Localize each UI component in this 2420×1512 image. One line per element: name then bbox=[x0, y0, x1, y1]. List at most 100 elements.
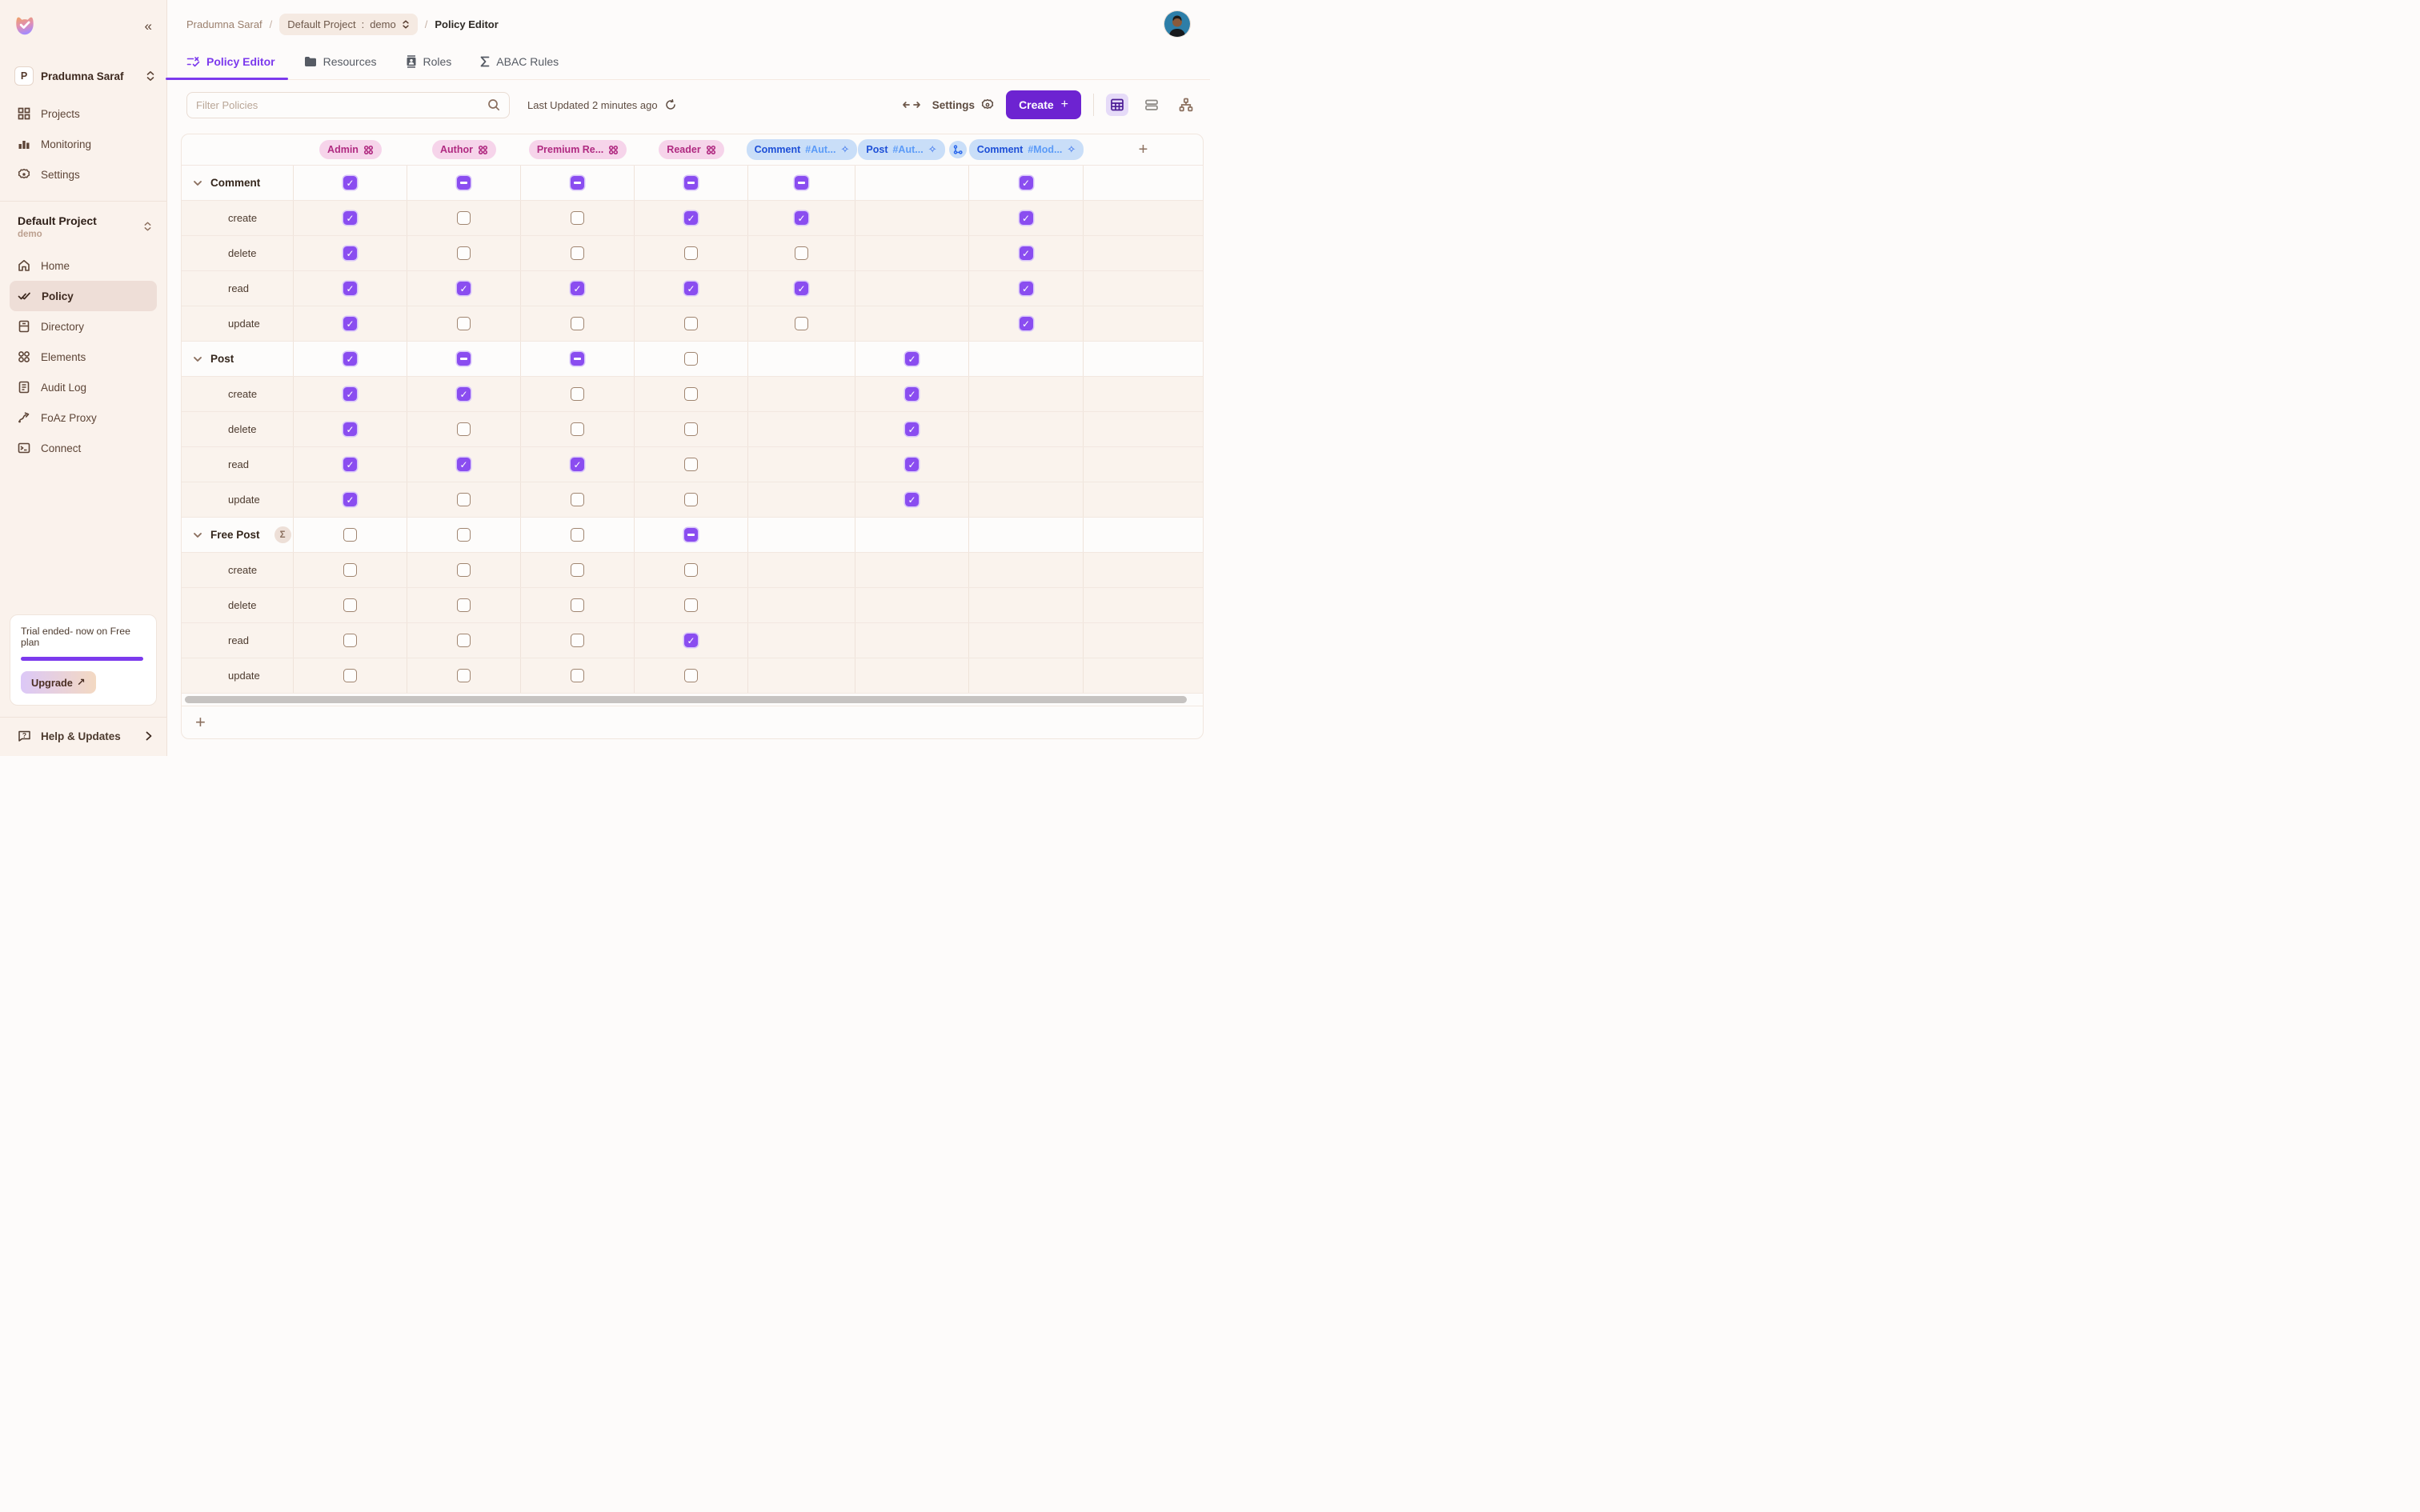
graph-view-toggle[interactable] bbox=[1175, 94, 1197, 116]
permission-checkbox-checked[interactable] bbox=[457, 458, 471, 471]
project-switcher[interactable]: Default Project demo bbox=[0, 213, 166, 242]
permission-checkbox-unchecked[interactable] bbox=[343, 563, 357, 577]
collapse-sidebar-icon[interactable]: « bbox=[145, 19, 152, 33]
permission-checkbox-indeterminate[interactable] bbox=[457, 352, 471, 366]
role-pill[interactable]: Reader bbox=[659, 140, 723, 159]
breadcrumb-org[interactable]: Pradumna Saraf bbox=[186, 18, 262, 30]
permission-checkbox-unchecked[interactable] bbox=[457, 211, 471, 225]
permission-checkbox-checked[interactable] bbox=[1020, 317, 1033, 330]
permission-checkbox-unchecked[interactable] bbox=[684, 352, 698, 366]
permission-checkbox-unchecked[interactable] bbox=[571, 211, 584, 225]
permission-checkbox-unchecked[interactable] bbox=[571, 387, 584, 401]
role-pill[interactable]: Author bbox=[432, 140, 496, 159]
permission-checkbox-unchecked[interactable] bbox=[457, 317, 471, 330]
list-view-toggle[interactable] bbox=[1140, 94, 1163, 116]
permission-checkbox-checked[interactable] bbox=[571, 458, 584, 471]
permission-checkbox-unchecked[interactable] bbox=[571, 669, 584, 682]
hierarchy-badge[interactable] bbox=[949, 141, 967, 158]
permission-checkbox-unchecked[interactable] bbox=[795, 246, 808, 260]
permission-checkbox-checked[interactable] bbox=[343, 493, 357, 506]
permission-checkbox-unchecked[interactable] bbox=[457, 563, 471, 577]
sidebar-item-monitoring[interactable]: Monitoring bbox=[0, 129, 166, 159]
permission-checkbox-indeterminate[interactable] bbox=[795, 176, 808, 190]
breadcrumb-project-switcher[interactable]: Default Project : demo bbox=[279, 14, 417, 35]
table-view-toggle[interactable] bbox=[1106, 94, 1128, 116]
permission-checkbox-unchecked[interactable] bbox=[684, 387, 698, 401]
sidebar-item-home[interactable]: Home bbox=[0, 250, 166, 281]
sidebar-item-connect[interactable]: Connect bbox=[0, 433, 166, 463]
permission-checkbox-checked[interactable] bbox=[684, 634, 698, 647]
permission-checkbox-unchecked[interactable] bbox=[457, 493, 471, 506]
help-updates-button[interactable]: ? Help & Updates bbox=[0, 718, 166, 756]
abac-sigma-badge[interactable]: Σ bbox=[274, 526, 291, 543]
permission-checkbox-checked[interactable] bbox=[343, 352, 357, 366]
chevron-down-icon[interactable] bbox=[193, 354, 202, 364]
permission-checkbox-checked[interactable] bbox=[1020, 282, 1033, 295]
create-button[interactable]: Create + bbox=[1006, 90, 1081, 119]
sidebar-item-directory[interactable]: Directory bbox=[0, 311, 166, 342]
permission-checkbox-unchecked[interactable] bbox=[571, 634, 584, 647]
permission-checkbox-checked[interactable] bbox=[343, 458, 357, 471]
permission-checkbox-checked[interactable] bbox=[1020, 211, 1033, 225]
sidebar-item-settings[interactable]: Settings bbox=[0, 159, 166, 190]
permission-checkbox-unchecked[interactable] bbox=[571, 422, 584, 436]
upgrade-button[interactable]: Upgrade ↗ bbox=[21, 671, 96, 694]
derived-role-pill[interactable]: Comment#Aut... ✧ bbox=[747, 139, 858, 160]
add-resource-button[interactable]: + bbox=[195, 714, 206, 731]
sidebar-item-foaz-proxy[interactable]: FoAz Proxy bbox=[0, 402, 166, 433]
permission-checkbox-checked[interactable] bbox=[343, 282, 357, 295]
chevron-down-icon[interactable] bbox=[193, 178, 202, 188]
permission-checkbox-checked[interactable] bbox=[795, 211, 808, 225]
permission-checkbox-checked[interactable] bbox=[571, 282, 584, 295]
permission-checkbox-checked[interactable] bbox=[905, 458, 919, 471]
sidebar-item-policy[interactable]: Policy bbox=[10, 281, 157, 311]
permission-checkbox-checked[interactable] bbox=[343, 317, 357, 330]
permission-checkbox-checked[interactable] bbox=[343, 246, 357, 260]
permission-checkbox-unchecked[interactable] bbox=[571, 317, 584, 330]
permission-checkbox-indeterminate[interactable] bbox=[457, 176, 471, 190]
permission-checkbox-checked[interactable] bbox=[457, 282, 471, 295]
search-icon[interactable] bbox=[487, 98, 500, 111]
chevron-down-icon[interactable] bbox=[193, 530, 202, 540]
tab-roles[interactable]: Roles bbox=[406, 43, 452, 79]
permission-checkbox-checked[interactable] bbox=[343, 211, 357, 225]
org-switcher[interactable]: P Pradumna Saraf bbox=[14, 66, 155, 86]
permission-checkbox-unchecked[interactable] bbox=[571, 528, 584, 542]
permission-checkbox-unchecked[interactable] bbox=[343, 669, 357, 682]
tab-abac-rules[interactable]: ABAC Rules bbox=[480, 43, 559, 79]
permission-checkbox-unchecked[interactable] bbox=[571, 563, 584, 577]
derived-role-pill[interactable]: Comment#Mod... ✧ bbox=[969, 139, 1084, 160]
permission-checkbox-checked[interactable] bbox=[684, 211, 698, 225]
permission-checkbox-unchecked[interactable] bbox=[684, 563, 698, 577]
permission-checkbox-checked[interactable] bbox=[905, 422, 919, 436]
permission-checkbox-unchecked[interactable] bbox=[684, 458, 698, 471]
permission-checkbox-checked[interactable] bbox=[457, 387, 471, 401]
permission-checkbox-unchecked[interactable] bbox=[684, 598, 698, 612]
permission-checkbox-unchecked[interactable] bbox=[457, 528, 471, 542]
permission-checkbox-checked[interactable] bbox=[343, 387, 357, 401]
resource-label-cell[interactable]: Free PostΣ bbox=[182, 518, 294, 552]
permission-checkbox-unchecked[interactable] bbox=[684, 422, 698, 436]
refresh-icon[interactable] bbox=[665, 99, 676, 110]
permission-checkbox-unchecked[interactable] bbox=[684, 669, 698, 682]
permission-checkbox-checked[interactable] bbox=[795, 282, 808, 295]
permission-checkbox-unchecked[interactable] bbox=[457, 598, 471, 612]
resource-label-cell[interactable]: Post bbox=[182, 342, 294, 376]
permission-checkbox-indeterminate[interactable] bbox=[571, 176, 584, 190]
permission-checkbox-checked[interactable] bbox=[905, 387, 919, 401]
permission-checkbox-checked[interactable] bbox=[343, 422, 357, 436]
role-pill[interactable]: Premium Re... bbox=[529, 140, 627, 159]
permission-checkbox-unchecked[interactable] bbox=[684, 317, 698, 330]
permission-checkbox-checked[interactable] bbox=[905, 352, 919, 366]
filter-policies-input[interactable] bbox=[196, 99, 487, 111]
permission-checkbox-checked[interactable] bbox=[684, 282, 698, 295]
permission-checkbox-indeterminate[interactable] bbox=[684, 176, 698, 190]
sidebar-item-projects[interactable]: Projects bbox=[0, 98, 166, 129]
sidebar-item-audit-log[interactable]: Audit Log bbox=[0, 372, 166, 402]
permission-checkbox-unchecked[interactable] bbox=[684, 493, 698, 506]
permission-checkbox-unchecked[interactable] bbox=[571, 246, 584, 260]
permission-checkbox-unchecked[interactable] bbox=[457, 669, 471, 682]
derived-role-pill[interactable]: Post#Aut... ✧ bbox=[858, 139, 944, 160]
permission-checkbox-unchecked[interactable] bbox=[343, 634, 357, 647]
permission-checkbox-indeterminate[interactable] bbox=[684, 528, 698, 542]
